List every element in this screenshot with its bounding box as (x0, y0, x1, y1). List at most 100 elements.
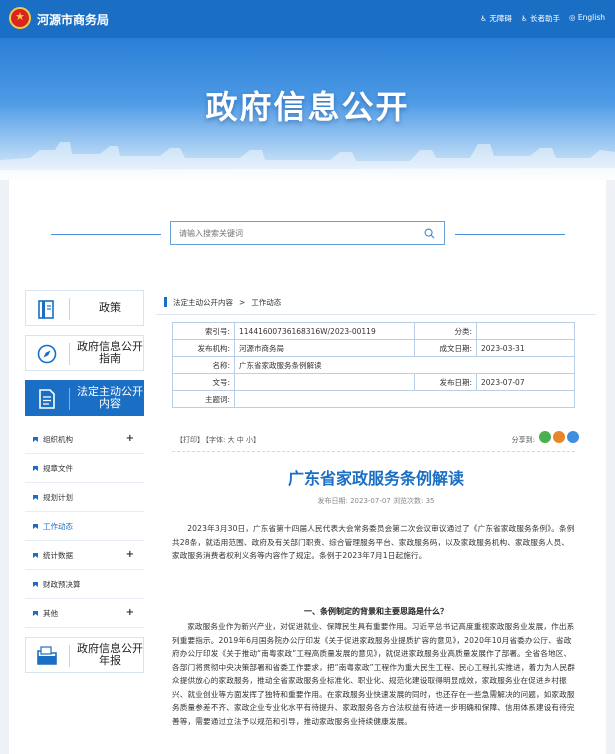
weibo-share-icon[interactable] (553, 431, 565, 443)
subnav-item-label: 其他 (43, 608, 58, 618)
main-container: 政策 政府信息公开指南 法定主动公开内容 组织机构 + (9, 180, 606, 754)
search-icon[interactable] (424, 228, 435, 239)
table-row: 文号: 发布日期: 2023-07-07 (172, 373, 575, 391)
sidebar-item-label: 政策 (99, 301, 121, 314)
pin-icon (33, 582, 38, 587)
accessibility-button[interactable]: ♿ 无障碍 (480, 13, 512, 24)
top-bar: 河源市商务局 ♿ 无障碍 ♿ 长者助手 ◎ English (0, 0, 615, 38)
meta-value-pub-date: 2023-07-07 (476, 373, 575, 391)
article-paragraph: 家政服务业作为新兴产业，对促进就业、保障民生具有重要作用。习近平总书记高度重视家… (172, 622, 576, 726)
article-section-heading: 一、条例制定的背景和主要思路是什么？ (304, 607, 448, 616)
expand-plus-icon[interactable]: + (126, 607, 134, 618)
document-meta-table: 索引号: 11441600736168316W/2023-00119 分类: 发… (172, 322, 575, 408)
subnav-item-rules[interactable]: 规章文件 (25, 454, 144, 483)
table-row: 主题词: (172, 390, 575, 408)
banner: 政府信息公开 (0, 38, 615, 180)
meta-value-date-made: 2023-03-31 (476, 339, 575, 357)
sidebar-item-guide[interactable]: 政府信息公开指南 (25, 335, 144, 371)
article-info: 发布日期: 2023-07-07 浏览次数: 35 (317, 497, 435, 505)
header-tools: ♿ 无障碍 ♿ 长者助手 ◎ English (480, 13, 605, 24)
subnav-item-statistics[interactable]: 统计数据 + (25, 541, 144, 570)
english-label: English (577, 13, 605, 22)
meta-label: 发布日期: (414, 373, 477, 391)
subnav-item-organization[interactable]: 组织机构 + (25, 425, 144, 454)
meta-label: 成文日期: (414, 339, 477, 357)
search-input[interactable] (171, 222, 411, 244)
pin-icon (33, 524, 38, 529)
content-area: 法定主动公开内容 > 工作动态 索引号: 11441600736168316W/… (156, 290, 596, 754)
search-decor-line-left (51, 234, 161, 235)
meta-value-publisher: 河源市商务局 (234, 339, 415, 357)
elder-assistant-label: 长者助手 (529, 14, 560, 23)
meta-value-category (476, 322, 575, 340)
sidebar-divider (69, 388, 70, 410)
document-icon (39, 389, 55, 409)
subnav-item-label: 规划计划 (43, 492, 73, 502)
banner-title: 政府信息公开 (205, 88, 410, 126)
meta-label: 发布机构: (172, 339, 235, 357)
breadcrumb-separator: > (239, 297, 246, 307)
search-box (170, 221, 445, 245)
pin-icon (33, 466, 38, 471)
meta-label: 主题词: (172, 390, 235, 408)
subnav-item-plans[interactable]: 规划计划 (25, 483, 144, 512)
subnav-item-work-news[interactable]: 工作动态 (25, 512, 144, 541)
table-row: 索引号: 11441600736168316W/2023-00119 分类: (172, 322, 575, 340)
city-skyline-graphic (0, 142, 615, 180)
sidebar-item-label: 法定主动公开内容 (77, 385, 143, 410)
folder-icon (37, 646, 57, 665)
table-row: 发布机构: 河源市商务局 成文日期: 2023-03-31 (172, 339, 575, 357)
compass-icon (37, 344, 57, 364)
breadcrumb-link-disclosure[interactable]: 法定主动公开内容 (173, 297, 233, 308)
pin-icon (33, 611, 38, 616)
breadcrumb: 法定主动公开内容 > 工作动态 (156, 290, 596, 315)
subnav-item-label: 财政预决算 (43, 579, 81, 589)
article-toolbar: 【打印】 【字体: 大 中 小】 分享到: (172, 430, 579, 452)
sidebar-item-active-disclosure[interactable]: 法定主动公开内容 (25, 380, 144, 416)
national-emblem-icon (9, 7, 31, 29)
breadcrumb-link-work-news[interactable]: 工作动态 (251, 297, 281, 308)
breadcrumb-marker (164, 297, 167, 307)
share-label: 分享到: (511, 436, 535, 444)
pin-icon (33, 437, 38, 442)
meta-value-doc-no (234, 373, 415, 391)
accessibility-label: 无障碍 (489, 14, 512, 23)
subnav-item-label: 工作动态 (43, 521, 73, 531)
print-button[interactable]: 【打印】 (176, 435, 204, 445)
subnav-item-label: 统计数据 (43, 550, 73, 560)
sidebar: 政策 政府信息公开指南 法定主动公开内容 组织机构 + 规章文件 规划计划 工作… (25, 290, 144, 682)
meta-value-index-no: 11441600736168316W/2023-00119 (234, 322, 415, 340)
expand-plus-icon[interactable]: + (126, 549, 134, 560)
sidebar-divider (69, 298, 70, 320)
pin-icon (33, 553, 38, 558)
search-decor-line-right (455, 234, 565, 235)
meta-label: 分类: (414, 322, 477, 340)
meta-value-subject (234, 390, 575, 408)
subnav-item-label: 规章文件 (43, 463, 73, 473)
article-title: 广东省家政服务条例解读 (287, 469, 464, 488)
wechat-share-icon[interactable] (539, 431, 551, 443)
sidebar-divider (69, 343, 70, 365)
meta-label: 名称: (172, 356, 235, 374)
subnav-item-other[interactable]: 其他 + (25, 599, 144, 628)
qq-share-icon[interactable] (567, 431, 579, 443)
sidebar-divider (69, 645, 70, 667)
sidebar-item-policy[interactable]: 政策 (25, 290, 144, 326)
meta-label: 文号: (172, 373, 235, 391)
subnav-item-label: 组织机构 (43, 434, 73, 444)
sidebar-subnav: 组织机构 + 规章文件 规划计划 工作动态 统计数据 + 财政预决算 其他 + (25, 425, 144, 628)
book-icon (38, 300, 54, 319)
table-row: 名称: 广东省家政服务条例解读 (172, 356, 575, 374)
sidebar-item-annual-report[interactable]: 政府信息公开年报 (25, 637, 144, 673)
expand-plus-icon[interactable]: + (126, 433, 134, 444)
site-name[interactable]: 河源市商务局 (37, 11, 109, 28)
sidebar-item-label: 政府信息公开指南 (77, 340, 143, 365)
meta-value-name: 广东省家政服务条例解读 (234, 356, 575, 374)
elder-assistant-button[interactable]: ♿ 长者助手 (521, 13, 560, 24)
subnav-item-budget[interactable]: 财政预决算 (25, 570, 144, 599)
pin-icon (33, 495, 38, 500)
meta-label: 索引号: (172, 322, 235, 340)
font-size-switcher[interactable]: 【字体: 大 中 小】 (202, 435, 260, 445)
english-button[interactable]: ◎ English (569, 13, 605, 24)
sidebar-item-label: 政府信息公开年报 (77, 642, 143, 667)
